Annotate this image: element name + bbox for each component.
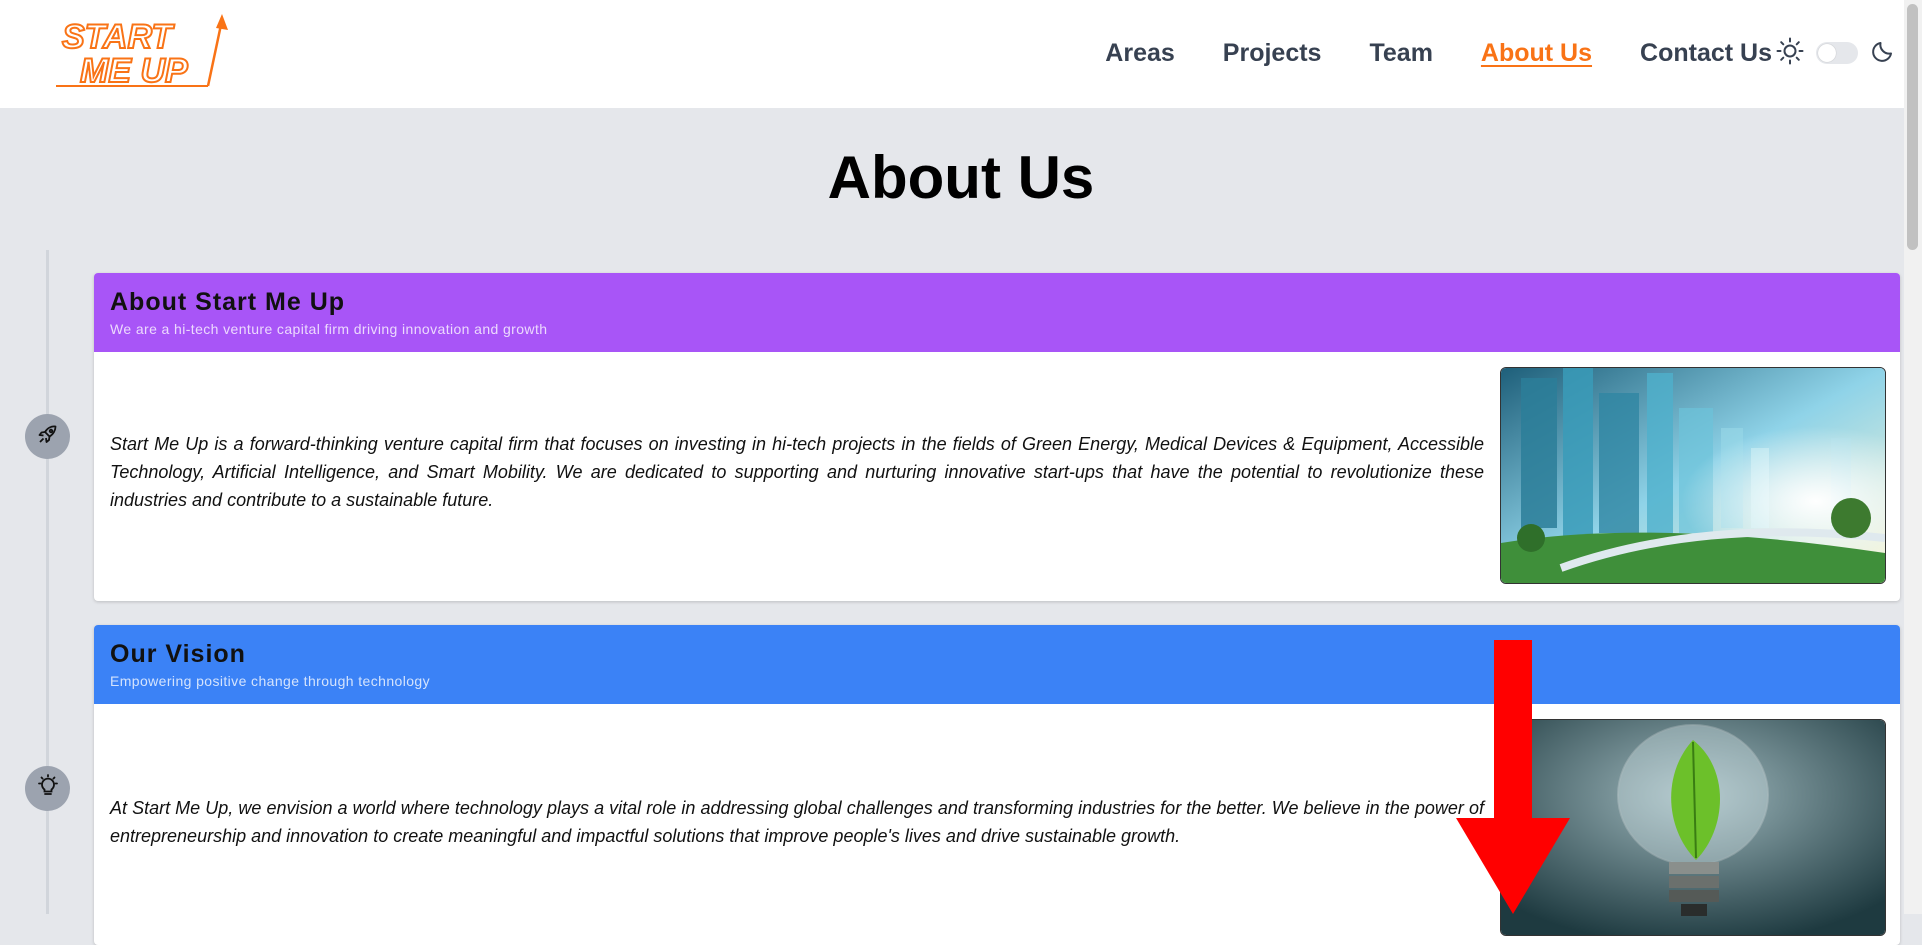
lightbulb-icon [35,773,61,804]
futuristic-city-image [1500,367,1886,584]
site-header: START ME UP Areas Projects Team About Us… [0,0,1922,108]
about-card-text: Start Me Up is a forward-thinking ventur… [110,434,1484,510]
theme-switcher [1776,36,1896,70]
nav-contact-us[interactable]: Contact Us [1640,36,1772,70]
moon-icon [1870,38,1896,69]
logo-text-line2: ME UP [80,52,188,90]
vision-card-body: At Start Me Up, we envision a world wher… [94,704,1900,945]
logo[interactable]: START ME UP [52,12,232,92]
timeline-dot-rocket [25,414,70,459]
vision-card: Our Vision Empowering positive change th… [94,625,1900,945]
vision-card-text: At Start Me Up, we envision a world wher… [110,798,1484,846]
vision-card-header: Our Vision Empowering positive change th… [94,625,1900,704]
vision-card-subtitle: Empowering positive change through techn… [110,673,430,689]
logo-text-line1: START [62,18,175,56]
about-card: About Start Me Up We are a hi-tech ventu… [94,273,1900,601]
nav-about-us[interactable]: About Us [1481,36,1592,70]
scrollbar-thumb[interactable] [1907,4,1918,250]
nav-areas[interactable]: Areas [1105,36,1175,70]
sun-icon [1776,37,1804,70]
toggle-knob [1818,44,1836,62]
rocket-icon [35,421,61,452]
timeline-dot-lightbulb [25,766,70,811]
main-nav: Areas Projects Team About Us Contact Us [1105,36,1772,70]
red-down-arrow-annotation [1456,640,1570,914]
vision-card-title: Our Vision [110,640,246,668]
nav-team[interactable]: Team [1369,36,1432,70]
page-title: About Us [827,144,1095,211]
timeline-line [46,250,49,914]
nav-projects[interactable]: Projects [1223,36,1322,70]
about-card-header: About Start Me Up We are a hi-tech ventu… [94,273,1900,352]
page-scrollbar[interactable] [1904,0,1922,914]
about-card-title: About Start Me Up [110,288,346,316]
theme-toggle[interactable] [1816,42,1858,64]
about-card-subtitle: We are a hi-tech venture capital firm dr… [110,321,548,337]
about-card-body: Start Me Up is a forward-thinking ventur… [94,352,1900,601]
